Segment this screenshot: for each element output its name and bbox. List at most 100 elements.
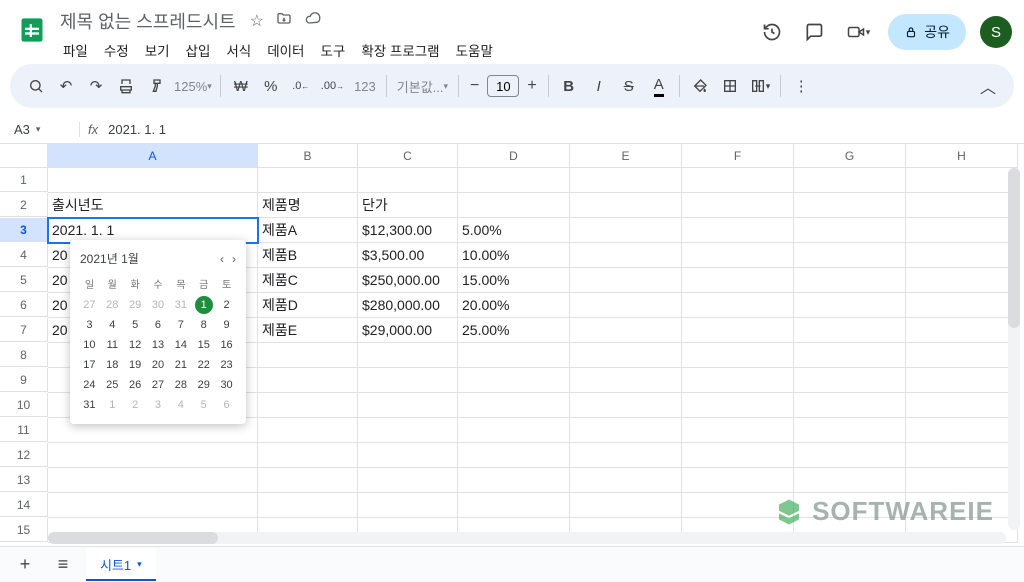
- menu-extensions[interactable]: 확장 프로그램: [354, 36, 446, 64]
- cell[interactable]: [682, 343, 794, 368]
- column-header[interactable]: F: [682, 144, 794, 168]
- dp-day[interactable]: 23: [215, 356, 238, 374]
- share-button[interactable]: 공유: [888, 14, 966, 50]
- row-header[interactable]: 6: [0, 293, 48, 317]
- menu-help[interactable]: 도움말: [449, 36, 500, 64]
- cell[interactable]: 10.00%: [458, 243, 570, 268]
- cell[interactable]: [48, 443, 258, 468]
- dp-day[interactable]: 24: [78, 376, 101, 394]
- font-family-select[interactable]: 기본값... ▾: [393, 72, 452, 100]
- cell[interactable]: [794, 468, 906, 493]
- dp-day[interactable]: 2: [124, 396, 147, 414]
- cell[interactable]: [570, 468, 682, 493]
- cell[interactable]: [48, 468, 258, 493]
- row-header[interactable]: 2: [0, 193, 48, 217]
- font-size-input[interactable]: 10: [487, 75, 519, 97]
- dp-day[interactable]: 8: [192, 316, 215, 334]
- all-sheets-button[interactable]: ≡: [48, 550, 78, 580]
- account-avatar[interactable]: S: [980, 16, 1012, 48]
- column-header[interactable]: H: [906, 144, 1018, 168]
- cell[interactable]: [906, 393, 1018, 418]
- cell[interactable]: 5.00%: [458, 218, 570, 243]
- cell[interactable]: [906, 293, 1018, 318]
- cell[interactable]: [794, 443, 906, 468]
- dp-day[interactable]: 25: [101, 376, 124, 394]
- italic-button[interactable]: I: [585, 72, 613, 100]
- cell[interactable]: 제품A: [258, 218, 358, 243]
- cell[interactable]: [570, 193, 682, 218]
- cell[interactable]: [682, 318, 794, 343]
- dp-day[interactable]: 31: [169, 296, 192, 314]
- row-header[interactable]: 9: [0, 368, 48, 392]
- cell[interactable]: 단가: [358, 193, 458, 218]
- cell[interactable]: [570, 393, 682, 418]
- dp-day[interactable]: 13: [147, 336, 170, 354]
- dp-day[interactable]: 4: [101, 316, 124, 334]
- cell[interactable]: [794, 393, 906, 418]
- cell[interactable]: [570, 168, 682, 193]
- font-size-plus[interactable]: +: [522, 77, 541, 95]
- dp-day[interactable]: 12: [124, 336, 147, 354]
- cell[interactable]: [358, 393, 458, 418]
- document-title[interactable]: 제목 없는 스프레드시트: [56, 8, 240, 34]
- cell[interactable]: [570, 443, 682, 468]
- fill-color-button[interactable]: [686, 72, 714, 100]
- cell[interactable]: [794, 343, 906, 368]
- row-header[interactable]: 10: [0, 393, 48, 417]
- cell[interactable]: [906, 418, 1018, 443]
- cell[interactable]: [358, 443, 458, 468]
- cell[interactable]: [258, 343, 358, 368]
- cell[interactable]: 25.00%: [458, 318, 570, 343]
- cell[interactable]: [358, 368, 458, 393]
- cell[interactable]: 제품D: [258, 293, 358, 318]
- name-box[interactable]: A3▾: [0, 122, 80, 137]
- cell[interactable]: [682, 293, 794, 318]
- cell[interactable]: [906, 193, 1018, 218]
- dp-day[interactable]: 5: [124, 316, 147, 334]
- cell[interactable]: [358, 343, 458, 368]
- cell[interactable]: 제품E: [258, 318, 358, 343]
- dp-day[interactable]: 2: [215, 296, 238, 314]
- row-header[interactable]: 3: [0, 218, 48, 242]
- cell[interactable]: [794, 168, 906, 193]
- cell[interactable]: [570, 343, 682, 368]
- cell[interactable]: [682, 168, 794, 193]
- dp-day[interactable]: 1: [195, 296, 213, 314]
- cell[interactable]: [570, 418, 682, 443]
- cell[interactable]: [458, 493, 570, 518]
- star-icon[interactable]: ☆: [248, 11, 266, 31]
- cell[interactable]: [682, 393, 794, 418]
- dp-day[interactable]: 18: [101, 356, 124, 374]
- cell[interactable]: $12,300.00: [358, 218, 458, 243]
- cell[interactable]: 출시년도: [48, 193, 258, 218]
- cell[interactable]: [358, 493, 458, 518]
- search-icon[interactable]: [22, 72, 50, 100]
- cell[interactable]: [570, 218, 682, 243]
- borders-button[interactable]: [716, 72, 744, 100]
- dp-day[interactable]: 11: [101, 336, 124, 354]
- dp-day[interactable]: 30: [147, 296, 170, 314]
- dp-day[interactable]: 20: [147, 356, 170, 374]
- cell[interactable]: $250,000.00: [358, 268, 458, 293]
- cell[interactable]: [48, 493, 258, 518]
- cell[interactable]: [906, 493, 1018, 518]
- cell[interactable]: [570, 243, 682, 268]
- redo-icon[interactable]: ↷: [82, 72, 110, 100]
- cell[interactable]: [258, 418, 358, 443]
- undo-icon[interactable]: ↶: [52, 72, 80, 100]
- select-all-corner[interactable]: [0, 144, 48, 168]
- cell[interactable]: [682, 368, 794, 393]
- cell[interactable]: [906, 268, 1018, 293]
- percent-button[interactable]: %: [257, 72, 285, 100]
- cell[interactable]: [458, 393, 570, 418]
- cell[interactable]: [906, 318, 1018, 343]
- dp-day[interactable]: 6: [215, 396, 238, 414]
- menu-view[interactable]: 보기: [138, 36, 177, 64]
- more-tools-icon[interactable]: ⋮: [787, 72, 815, 100]
- cell[interactable]: [358, 468, 458, 493]
- cell[interactable]: [794, 268, 906, 293]
- cell[interactable]: [258, 168, 358, 193]
- cell[interactable]: [570, 293, 682, 318]
- menu-edit[interactable]: 수정: [97, 36, 136, 64]
- sheet-tab-1[interactable]: 시트1▾: [86, 548, 156, 581]
